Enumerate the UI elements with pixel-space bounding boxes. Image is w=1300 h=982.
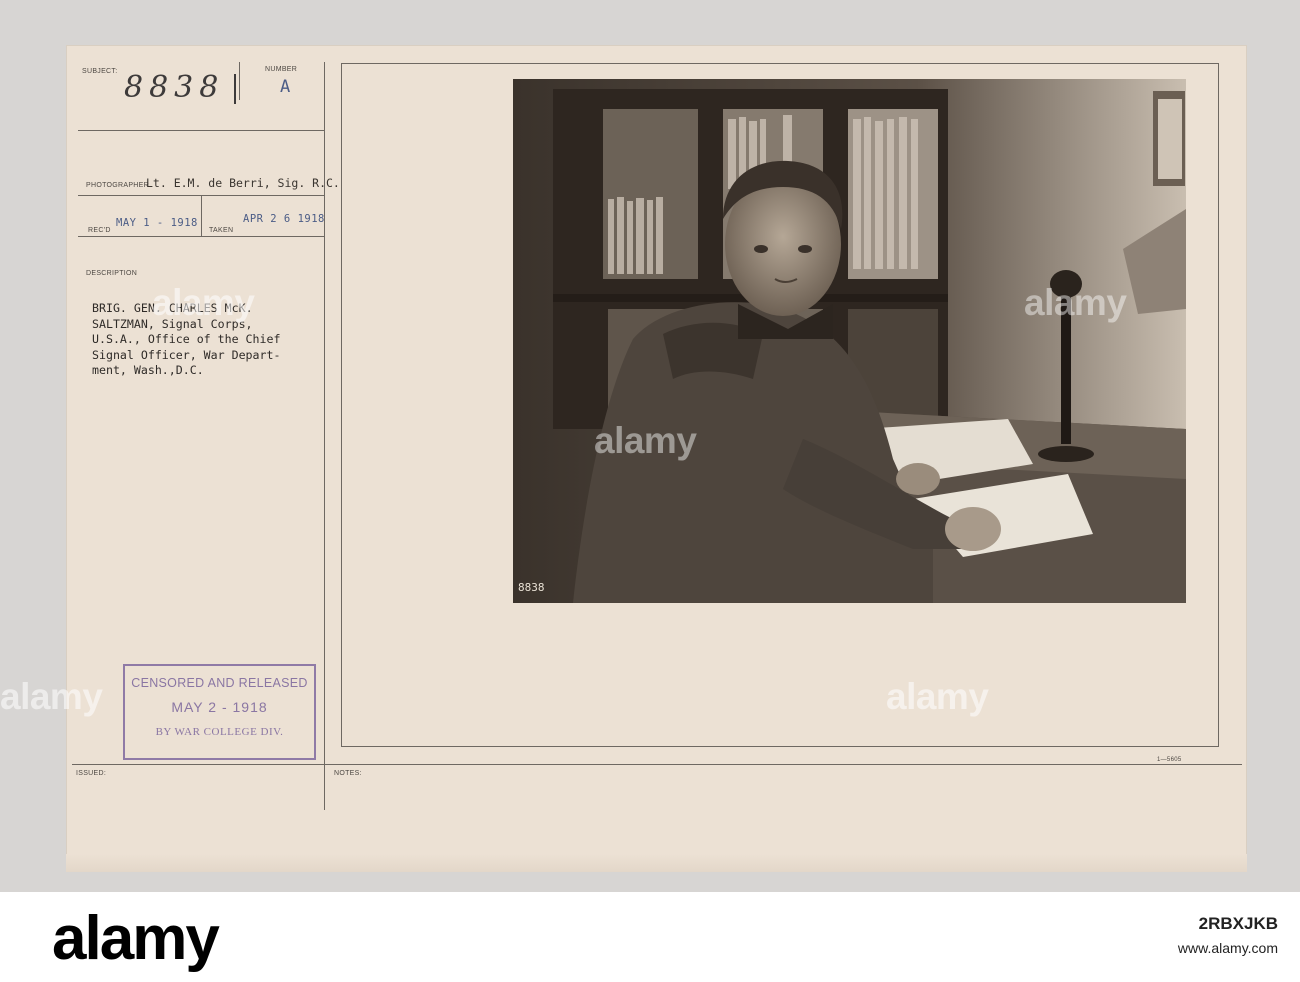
recd-label: REC'D [88,227,111,234]
portrait-image: 8838 [513,79,1186,603]
left-panel-border [324,62,325,810]
site-url[interactable]: www.alamy.com [1178,936,1278,960]
number-value: A [280,77,291,97]
date-split [201,196,202,236]
portrait-photograph: 8838 [513,79,1186,603]
stamp-line-2: MAY 2 - 1918 [171,699,268,715]
description-label: DESCRIPTION [86,270,138,277]
watermark: alamy [0,676,103,717]
taken-value: APR 2 6 1918 [243,213,325,225]
watermark: alamy [1024,282,1127,323]
header-divider [78,130,325,131]
taken-label: TAKEN [209,227,234,234]
number-label: NUMBER [265,66,298,73]
photo-frame-top [341,63,1219,64]
watermark: alamy [594,420,697,461]
stamp-line-1: CENSORED AND RELEASED [131,676,308,690]
date-divider [78,236,325,237]
photo-caption: 8838 [518,581,545,594]
number-split [239,62,240,100]
photo-frame-left [341,63,342,747]
photo-frame-bottom [341,746,1219,747]
recd-value: MAY 1 - 1918 [116,217,198,229]
photographer-value: Lt. E.M. de Berri, Sig. R.C. [146,176,340,190]
form-number: 1—5605 [1157,757,1182,763]
photographer-label: PHOTOGRAPHER [86,182,149,189]
watermark: alamy [886,676,989,717]
alamy-logo: alamy [52,904,220,973]
image-id: 2RBXJKB [1198,914,1278,933]
footer-meta: 2RBXJKB www.alamy.com [1178,912,1278,960]
censored-stamp: CENSORED AND RELEASED MAY 2 - 1918 BY WA… [123,664,316,760]
issued-label: ISSUED: [76,770,107,777]
bottom-rule [72,764,1242,765]
description-line: U.S.A., Office of the Chief [92,332,281,346]
watermark: alamy [152,282,255,323]
photo-frame-right [1218,63,1219,747]
notes-label: NOTES: [334,770,362,777]
subject-label: SUBJECT: [82,68,118,75]
description-line: Signal Officer, War Depart- [92,347,281,362]
description-line: ment, Wash.,D.C. [92,363,204,377]
stamp-line-3: BY WAR COLLEGE DIV. [155,726,284,738]
subject-number: 8838 [124,70,225,105]
